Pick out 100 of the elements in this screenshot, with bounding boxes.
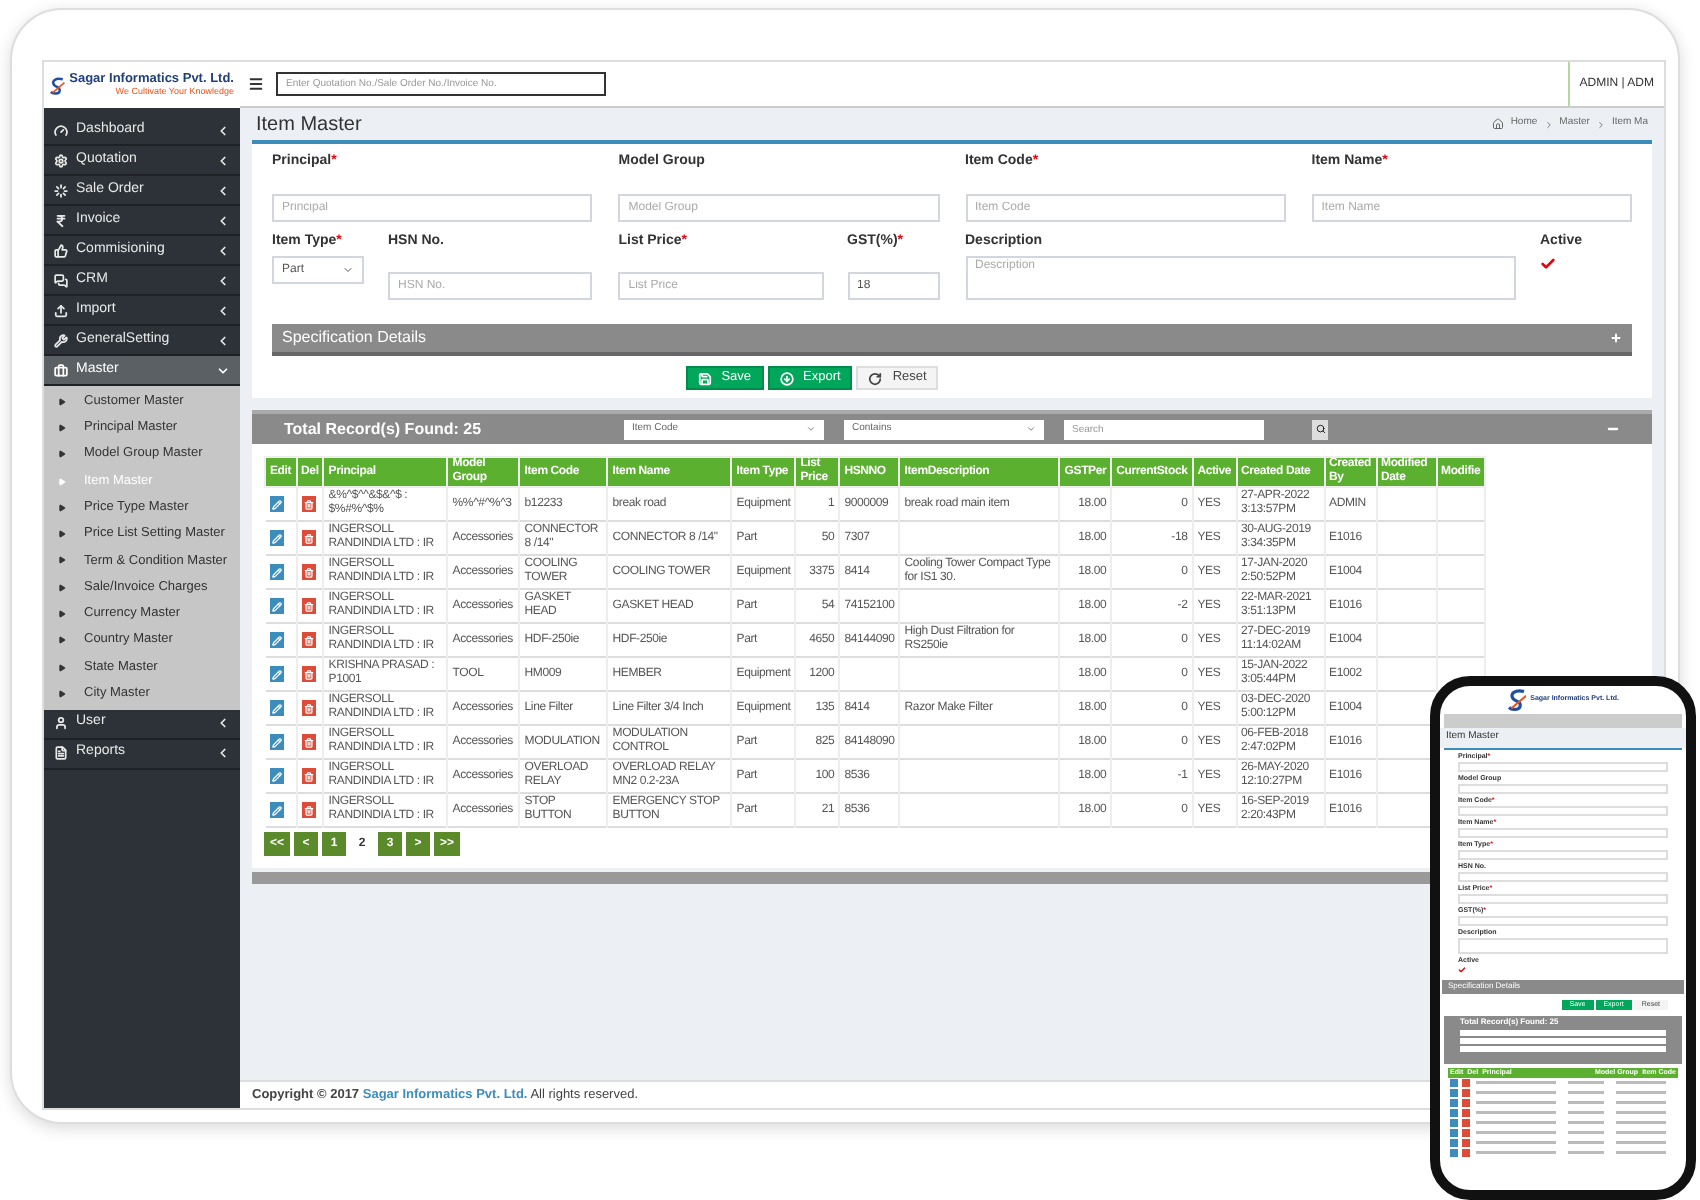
chevron-left-icon: [216, 273, 230, 287]
trash-icon: [303, 737, 314, 747]
chevron-down-icon: [216, 363, 230, 377]
collapse-icon[interactable]: [1606, 422, 1620, 436]
plus-icon: [1610, 332, 1622, 344]
bullet-icon: [58, 530, 66, 539]
thumbs-up-icon: [54, 243, 68, 257]
bullet-icon: [58, 503, 66, 512]
bullet-icon: [58, 477, 66, 486]
rupee-icon: [54, 213, 68, 227]
home-icon: [1492, 118, 1505, 130]
edit-button[interactable]: [269, 496, 283, 512]
input-field[interactable]: [1458, 871, 1668, 881]
active-checkbox[interactable]: [1458, 965, 1466, 973]
user-icon: [54, 716, 68, 731]
trash-icon: [303, 669, 314, 679]
input-field[interactable]: [1458, 805, 1668, 815]
pencil-icon: [271, 601, 281, 611]
bullet-icon: [58, 636, 66, 645]
input-field[interactable]: [1458, 761, 1668, 771]
delete-button[interactable]: [301, 666, 316, 682]
delete-button[interactable]: [301, 598, 316, 614]
delete-button[interactable]: [301, 768, 316, 784]
delete-button[interactable]: [301, 632, 316, 648]
input-field[interactable]: [1458, 783, 1668, 793]
input-field[interactable]: [1458, 915, 1668, 925]
chevron-down-icon: [1026, 424, 1036, 434]
save-icon: [697, 371, 712, 385]
trash-icon: [303, 533, 314, 543]
page-title: Item Master: [256, 111, 362, 139]
active-checkbox[interactable]: [1540, 256, 1556, 272]
trash-icon: [303, 703, 314, 713]
edit-button[interactable]: [269, 734, 283, 750]
bullet-icon: [58, 423, 66, 432]
pencil-icon: [271, 669, 281, 679]
delete-button[interactable]: [301, 496, 316, 512]
chevron-left-icon: [216, 243, 230, 257]
bullet-icon: [58, 663, 66, 672]
search-icon: [1315, 424, 1325, 434]
input-field[interactable]: [1458, 937, 1668, 953]
logo-icon: [1507, 688, 1527, 712]
trash-icon: [303, 567, 314, 577]
trash-icon: [303, 805, 314, 815]
delete-button[interactable]: [301, 700, 316, 716]
trash-icon: [303, 635, 314, 645]
delete-button[interactable]: [301, 802, 316, 818]
trash-icon: [303, 499, 314, 509]
edit-button[interactable]: [269, 768, 283, 784]
edit-button[interactable]: [269, 802, 283, 818]
chevron-down-icon: [342, 264, 354, 276]
input-field[interactable]: [1458, 893, 1668, 903]
chevron-left-icon: [216, 303, 230, 317]
chevron-left-icon: [216, 183, 230, 197]
chevron-right-icon: [1595, 119, 1606, 129]
pencil-icon: [271, 703, 281, 713]
pencil-icon: [271, 567, 281, 577]
wrench-icon: [54, 333, 68, 347]
chevron-down-icon: [806, 424, 816, 434]
bullet-icon: [58, 610, 66, 619]
chat-icon: [54, 273, 68, 287]
delete-button[interactable]: [301, 734, 316, 750]
edit-button[interactable]: [269, 598, 283, 614]
menu-icon[interactable]: [248, 76, 264, 92]
chevron-left-icon: [216, 333, 230, 347]
bullet-icon: [58, 397, 66, 406]
records-count: Total Record(s) Found: 25: [284, 417, 484, 441]
input-field[interactable]: [1458, 827, 1668, 837]
download-icon: [779, 371, 794, 385]
delete-button[interactable]: [301, 530, 316, 546]
chevron-left-icon: [216, 123, 230, 137]
briefcase-icon: [54, 363, 68, 377]
refresh-icon: [868, 371, 883, 385]
pencil-icon: [271, 737, 281, 747]
pencil-icon: [271, 533, 281, 543]
search-button[interactable]: [1312, 419, 1328, 439]
spinner-icon: [54, 183, 68, 197]
upload-icon: [54, 303, 68, 317]
edit-button[interactable]: [269, 666, 283, 682]
document-icon: [54, 746, 68, 761]
chevron-right-icon: [1543, 119, 1554, 129]
bullet-icon: [58, 583, 66, 592]
pencil-icon: [271, 635, 281, 645]
edit-button[interactable]: [269, 530, 283, 546]
bullet-icon: [58, 556, 66, 565]
bullet-icon: [58, 689, 66, 698]
edit-button[interactable]: [269, 700, 283, 716]
bullet-icon: [58, 450, 66, 459]
chevron-left-icon: [216, 153, 230, 167]
delete-button[interactable]: [301, 564, 316, 580]
trash-icon: [303, 601, 314, 611]
edit-button[interactable]: [269, 632, 283, 648]
pencil-icon: [271, 499, 281, 509]
dashboard-icon: [54, 123, 68, 137]
edit-button[interactable]: [269, 564, 283, 580]
chevron-left-icon: [216, 213, 230, 227]
section-bar[interactable]: Specification Details: [272, 324, 1632, 356]
pencil-icon: [271, 771, 281, 781]
trash-icon: [303, 771, 314, 781]
select-field[interactable]: [1458, 849, 1668, 859]
gear-icon: [54, 153, 68, 167]
